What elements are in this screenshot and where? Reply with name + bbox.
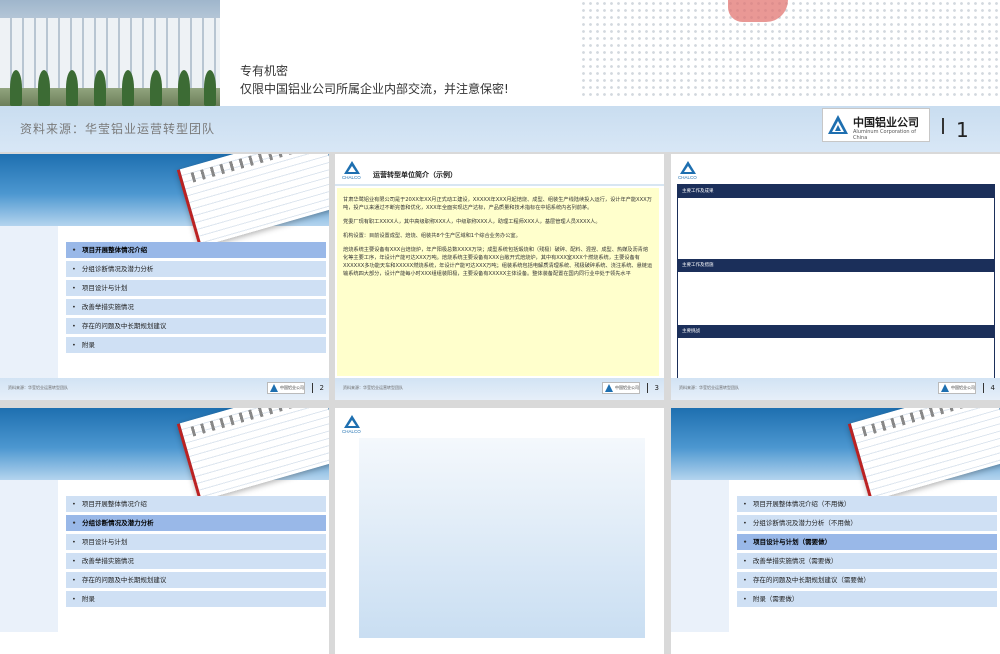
section-bar-measures: 主要工作及措施 [678, 259, 994, 272]
slide-2-thumbnail[interactable]: 项目开展整体情况介绍 分组诊断情况及潜力分析 项目设计与计划 改善举措实施情况 … [0, 154, 329, 400]
slide-footer: 资料来源：华莹铝业运营转型团队 中国铝业公司 2 [0, 378, 329, 400]
svg-text:CHALCO: CHALCO [342, 175, 361, 180]
footer-logo: 中国铝业公司 [938, 382, 976, 394]
confidential-note: 仅限中国铝业公司所属企业内部交流，并注意保密! [240, 82, 509, 96]
footer-logo: 中国铝业公司 [602, 382, 640, 394]
section-bar-challenges: 主要挑战 [678, 325, 994, 338]
page-separator [942, 118, 944, 134]
agenda-item[interactable]: 改善举措实施情况 [66, 299, 326, 315]
tree-icon [204, 70, 216, 106]
left-sidebar-panel [671, 480, 729, 632]
agenda-item[interactable]: 存在的问题及中长期规划建议 [66, 572, 326, 588]
page-separator [312, 383, 313, 393]
svg-text:CHALCO: CHALCO [342, 429, 361, 434]
agenda-item[interactable]: 附录 [66, 591, 326, 607]
company-intro-textbox: 甘肃华鹭铝业有限公司是于20XX年XX月正式动工建设，XXXXX年XXX月起焙烧… [337, 188, 659, 376]
footer-logo: 中国铝业公司 [267, 382, 305, 394]
agenda-item[interactable]: 项目设计与计划（需要做） [737, 534, 997, 550]
agenda-item[interactable]: 项目开展整体情况介绍 [66, 496, 326, 512]
dotted-map-graphic [580, 0, 1000, 100]
tree-icon [150, 70, 162, 106]
blue-header-graphic [0, 154, 329, 248]
chalco-logo-icon: CHALCO [678, 161, 697, 180]
page-number: 4 [990, 384, 995, 392]
notebook-graphic [176, 154, 329, 248]
slide-3-thumbnail[interactable]: CHALCO 运营转型单位简介（示例） 甘肃华鹭铝业有限公司是于20XX年XX月… [335, 154, 664, 400]
confidential-title: 专有机密 [240, 64, 289, 78]
agenda-item[interactable]: 分组诊断情况及潜力分析（不用做） [737, 515, 997, 531]
tree-icon [178, 70, 190, 106]
blue-header-graphic [671, 408, 1000, 502]
agenda-item[interactable]: 改善举措实施情况 [66, 553, 326, 569]
slide-title: 运营转型单位简介（示例） [373, 171, 457, 179]
tree-icon [94, 70, 106, 106]
intro-paragraph: 党委厂现有职工XXXX人，其中高级职称XXX人，中级职称XXX人，助理工程师XX… [343, 219, 601, 225]
agenda-item[interactable]: 分组诊断情况及潜力分析 [66, 515, 326, 531]
page-number: 1 [956, 118, 969, 142]
slide-7-thumbnail[interactable]: 项目开展整体情况介绍（不用做） 分组诊断情况及潜力分析（不用做） 项目设计与计划… [671, 408, 1000, 654]
chalco-logo-icon: CHALCO [342, 415, 361, 434]
slide-footer: 资料来源：华莹铝业运营转型团队 中国铝业公司 3 [335, 378, 664, 400]
chalco-logo-icon [828, 115, 848, 134]
intro-paragraph: 机构设置：目前设置成型、焙烧、组装共8个生产区域和1个综合业务办公室。 [343, 233, 521, 239]
blue-header-graphic [0, 408, 329, 502]
agenda-menu: 项目开展整体情况介绍 分组诊断情况及潜力分析 项目设计与计划 改善举措实施情况 … [66, 242, 326, 356]
notebook-graphic [847, 408, 1000, 502]
tree-icon [38, 70, 50, 106]
left-sidebar-panel [0, 480, 58, 632]
work-summary-box: 主要工作及成果 主要工作及措施 主要挑战 [677, 184, 995, 384]
tree-icon [66, 70, 78, 106]
title-divider [335, 184, 664, 186]
agenda-item[interactable]: 项目开展整体情况介绍 [66, 242, 326, 258]
factory-photo [0, 0, 220, 106]
agenda-item[interactable]: 改善举措实施情况（需要做） [737, 553, 997, 569]
intro-paragraph: 焙烧系统主要设备有XXX台焙烧炉，年产阳极总数XXXX万块；成型系统包括煅烧和（… [343, 247, 653, 277]
logo-en-text: Aluminum Corporation of China [853, 129, 916, 141]
agenda-item[interactable]: 分组诊断情况及潜力分析 [66, 261, 326, 277]
agenda-item[interactable]: 存在的问题及中长期规划建议（需要做） [737, 572, 997, 588]
section-bar-results: 主要工作及成果 [678, 185, 994, 198]
slide-5-thumbnail[interactable]: 项目开展整体情况介绍 分组诊断情况及潜力分析 项目设计与计划 改善举措实施情况 … [0, 408, 329, 654]
agenda-item[interactable]: 项目开展整体情况介绍（不用做） [737, 496, 997, 512]
page-separator [983, 383, 984, 393]
notebook-graphic [176, 408, 329, 502]
page-number: 2 [319, 384, 324, 392]
map-highlight-region [728, 0, 788, 22]
agenda-menu: 项目开展整体情况介绍（不用做） 分组诊断情况及潜力分析（不用做） 项目设计与计划… [737, 496, 997, 610]
slide-footer: 资料来源：华莹铝业运营转型团队 中国铝业公司 4 [671, 378, 1000, 400]
footer-source: 资料来源：华莹铝业运营转型团队 [679, 385, 739, 390]
page-separator [647, 383, 648, 393]
intro-paragraph: 甘肃华鹭铝业有限公司是于20XX年XX月正式动工建设，XXXXX年XXX月起焙烧… [343, 197, 652, 211]
logo-cn-text: 中国铝业公司 [853, 116, 919, 129]
agenda-item[interactable]: 附录（需要做） [737, 591, 997, 607]
agenda-item[interactable]: 项目设计与计划 [66, 280, 326, 296]
footer-source: 资料来源：华莹铝业运营转型团队 [343, 385, 403, 390]
left-sidebar-panel [0, 226, 58, 378]
agenda-item[interactable]: 存在的问题及中长期规划建议 [66, 318, 326, 334]
page-number: 3 [654, 384, 659, 392]
slide-1-thumbnail[interactable]: 专有机密 仅限中国铝业公司所属企业内部交流，并注意保密! 资料来源：华莹铝业运营… [0, 0, 1000, 152]
chalco-logo: 中国铝业公司 Aluminum Corporation of China [822, 108, 930, 142]
slide-6-thumbnail[interactable]: CHALCO [335, 408, 664, 654]
slide-4-thumbnail[interactable]: CHALCO 主要工作及成果 主要工作及措施 主要挑战 资料来源：华莹铝业运营转… [671, 154, 1000, 400]
footer-source: 资料来源：华莹铝业运营转型团队 [8, 385, 68, 390]
agenda-item[interactable]: 附录 [66, 337, 326, 353]
tree-icon [122, 70, 134, 106]
gradient-content-panel [359, 438, 645, 638]
agenda-item[interactable]: 项目设计与计划 [66, 534, 326, 550]
tree-icon [10, 70, 22, 106]
source-text: 资料来源：华莹铝业运营转型团队 [20, 122, 216, 136]
svg-text:CHALCO: CHALCO [678, 175, 697, 180]
chalco-logo-icon: CHALCO [342, 161, 361, 180]
agenda-menu: 项目开展整体情况介绍 分组诊断情况及潜力分析 项目设计与计划 改善举措实施情况 … [66, 496, 326, 610]
